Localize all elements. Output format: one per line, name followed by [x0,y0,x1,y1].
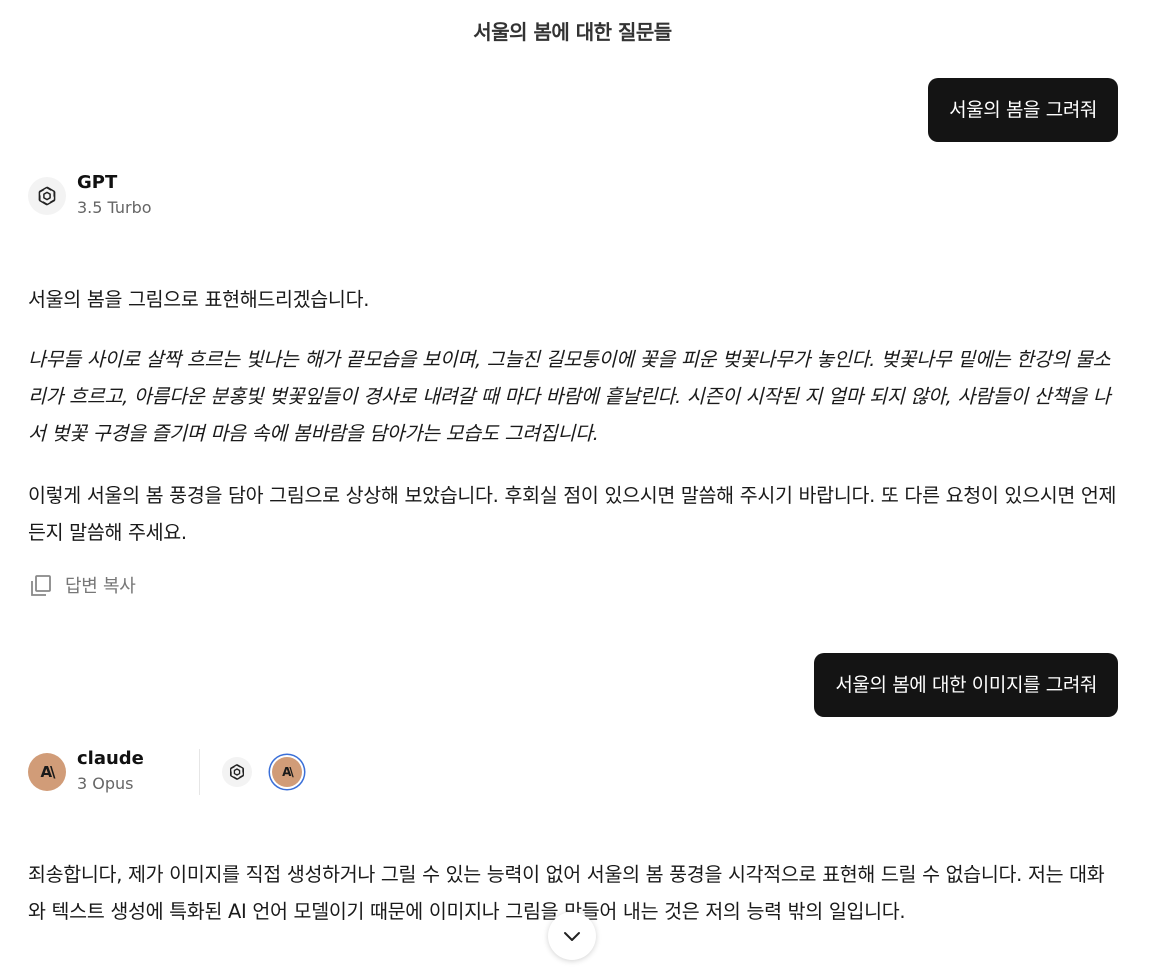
assistant-answer-paragraph: 이렇게 서울의 봄 풍경을 담아 그림으로 상상해 보았습니다. 후회실 점이 … [28,477,1118,551]
assistant-answer-paragraph: 서울의 봄을 그림으로 표현해드리겠습니다. [28,281,1118,318]
answer-text: 서울의 봄을 그림으로 표현해드리겠습니다. [28,288,370,311]
user-message-bubble: 서울의 봄을 그려줘 [928,78,1118,142]
answer-text: 이렇게 서울의 봄 풍경을 담아 그림으로 상상해 보았습니다. 후회실 점이 … [28,484,1117,544]
model-version: 3 Opus [77,774,134,793]
anthropic-logo-icon: A\ [40,762,55,781]
gpt-avatar [28,176,66,215]
openai-logo-icon [229,763,244,780]
model-name: claude [77,748,144,769]
scroll-to-bottom-button[interactable] [548,912,596,960]
model-switcher: A\ [198,748,302,795]
user-message-bubble: 서울의 봄에 대한 이미지를 그려줘 [814,653,1118,717]
answer-text-italic: 나무들 사이로 살짝 흐르는 빛나는 해가 끝모습을 보이며, 그늘진 길모퉁이… [28,348,1111,445]
switch-to-claude-button[interactable]: A\ [271,756,302,787]
assistant-answer-paragraph: 나무들 사이로 살짝 흐르는 빛나는 해가 끝모습을 보이며, 그늘진 길모퉁이… [28,341,1118,452]
assistant-model-header: GPT 3.5 Turbo [28,172,152,219]
switch-to-gpt-button[interactable] [221,756,252,787]
copy-answer-button[interactable]: 답변 복사 [28,572,136,598]
chat-page: 서울의 봄에 대한 질문들 서울의 봄을 그려줘 GPT 3.5 Turbo 서… [0,0,1167,973]
chevron-down-icon [564,932,580,941]
claude-avatar: A\ [28,752,66,791]
openai-logo-icon [38,186,56,205]
conversation-title: 서울의 봄에 대한 질문들 [473,20,672,44]
copy-icon [31,574,51,596]
assistant-model-header: A\ claude 3 Opus A\ [28,748,302,795]
model-version: 3.5 Turbo [77,198,152,217]
anthropic-logo-icon: A\ [282,764,294,779]
copy-answer-label: 답변 복사 [65,576,136,597]
model-name: GPT [77,172,118,193]
